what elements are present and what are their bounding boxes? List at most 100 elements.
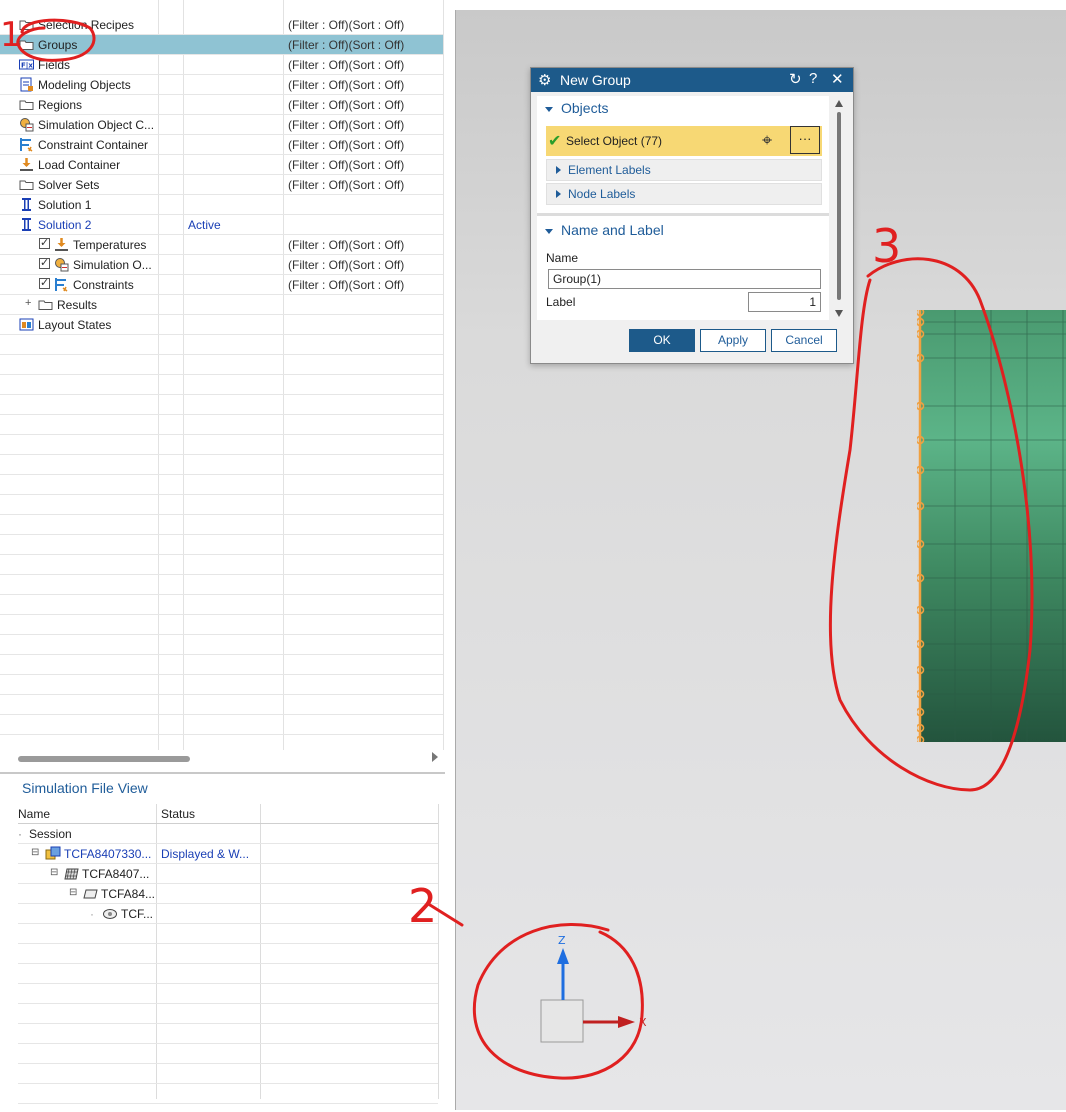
tree-row-load-container[interactable]: Load Container (Filter : Off)(Sort : Off… (0, 155, 443, 175)
node-labels-row[interactable]: Node Labels (546, 183, 822, 205)
tree-row-results[interactable]: + Results (0, 295, 443, 315)
mesh-surface (920, 310, 1066, 742)
fem-file-icon (64, 868, 79, 880)
tree-row-solution-2[interactable]: Solution 2 Active (0, 215, 443, 235)
tree-row-label: Solution 2 (38, 218, 92, 232)
name-input[interactable] (548, 269, 821, 289)
chevron-right-icon (556, 166, 561, 174)
tree-row-regions[interactable]: Regions (Filter : Off)(Sort : Off) (0, 95, 443, 115)
scroll-down-icon[interactable] (835, 310, 843, 317)
panel-title: Simulation File View (22, 780, 148, 796)
filter-text: (Filter : Off)(Sort : Off) (288, 38, 405, 52)
empty-row (18, 1064, 438, 1084)
z-axis-arrow-icon (557, 948, 569, 964)
tree-row-layout-states[interactable]: Layout States (0, 315, 443, 335)
tree-row-solution-1[interactable]: Solution 1 (0, 195, 443, 215)
scrollbar-thumb[interactable] (837, 112, 841, 300)
label-input[interactable] (748, 292, 821, 312)
name-and-label-section-header[interactable]: Name and Label (545, 222, 664, 238)
node-labels-label: Node Labels (568, 187, 636, 201)
file-row-part[interactable]: · TCF... (18, 904, 438, 924)
empty-row (0, 575, 443, 595)
scroll-right-icon[interactable] (432, 752, 438, 762)
gear-icon[interactable]: ⚙ (538, 71, 551, 89)
visibility-checkbox[interactable] (39, 236, 50, 249)
tree-row-label: Simulation O... (73, 258, 152, 272)
simulation-object-icon (20, 118, 34, 132)
empty-row (0, 715, 443, 735)
scroll-up-icon[interactable] (835, 100, 843, 107)
empty-row (0, 535, 443, 555)
folder-icon (19, 40, 34, 50)
empty-row (18, 924, 438, 944)
expand-icon[interactable]: + (25, 297, 31, 309)
empty-row (18, 984, 438, 1004)
x-axis-label: X (639, 1016, 647, 1029)
reset-icon[interactable]: ↻ (789, 70, 802, 88)
column-header-status[interactable]: Status (161, 807, 195, 821)
select-object-row[interactable]: ✔ Select Object (77) ⌖ ··· (546, 126, 822, 156)
visibility-checkbox[interactable] (39, 256, 50, 269)
empty-row (0, 555, 443, 575)
more-options-button[interactable]: ··· (790, 126, 820, 154)
collapse-icon[interactable]: ⊟ (31, 847, 39, 858)
tree-row-constraints[interactable]: Constraints (Filter : Off)(Sort : Off) (0, 275, 443, 295)
empty-row (0, 455, 443, 475)
tree-row-temperatures[interactable]: Temperatures (Filter : Off)(Sort : Off) (0, 235, 443, 255)
ok-button[interactable]: OK (629, 329, 695, 352)
part-icon (103, 909, 117, 919)
fe-mesh[interactable] (917, 310, 1066, 742)
dialog-scrollbar[interactable] (833, 96, 845, 320)
tree-row-label: Modeling Objects (38, 78, 131, 92)
tree-row-label: Solution 1 (38, 198, 92, 212)
tree-row-constraint-container[interactable]: Constraint Container (Filter : Off)(Sort… (0, 135, 443, 155)
collapse-icon[interactable]: ⊟ (50, 867, 58, 878)
visibility-checkbox[interactable] (39, 276, 50, 289)
close-icon[interactable]: ✕ (831, 70, 844, 88)
chevron-right-icon (556, 190, 561, 198)
cancel-button[interactable]: Cancel (771, 329, 837, 352)
tree-row-fields[interactable]: F|x| Fields (Filter : Off)(Sort : Off) (0, 55, 443, 75)
tree-row-label: Fields (38, 58, 71, 72)
collapse-icon[interactable]: ⊟ (69, 887, 77, 898)
tree-row-label: Layout States (38, 318, 112, 332)
help-icon[interactable]: ? (809, 70, 817, 87)
tree-row-simulation-objects[interactable]: Simulation O... (Filter : Off)(Sort : Of… (0, 255, 443, 275)
triad-origin-box (540, 999, 584, 1043)
section-title: Objects (561, 100, 609, 116)
column-header-row: Name Status (18, 804, 438, 824)
chevron-down-icon (545, 106, 553, 112)
x-axis-arrow-icon (618, 1016, 635, 1028)
filter-text: (Filter : Off)(Sort : Off) (288, 138, 405, 152)
tree-row-simulation-object-container[interactable]: Simulation Object C... (Filter : Off)(So… (0, 115, 443, 135)
file-row-sim[interactable]: ⊟ TCFA8407330... Displayed & W... (18, 844, 438, 864)
filter-text: (Filter : Off)(Sort : Off) (288, 18, 405, 32)
empty-row (0, 635, 443, 655)
simulation-navigator: Selection Recipes (Filter : Off)(Sort : … (0, 0, 445, 770)
simulation-file-view: Simulation File View Name Status · Sessi… (0, 772, 445, 1112)
tree-row-modeling-objects[interactable]: Modeling Objects (Filter : Off)(Sort : O… (0, 75, 443, 95)
simulation-object-icon (55, 258, 69, 272)
filter-text: (Filter : Off)(Sort : Off) (288, 58, 405, 72)
tree-row-label: Temperatures (73, 238, 147, 252)
empty-row (0, 475, 443, 495)
file-row-label: TCF... (121, 907, 153, 921)
column-header-name[interactable]: Name (18, 807, 50, 821)
element-labels-row[interactable]: Element Labels (546, 159, 822, 181)
crosshair-icon[interactable]: ⌖ (762, 130, 772, 151)
apply-button[interactable]: Apply (700, 329, 766, 352)
horizontal-scrollbar[interactable] (18, 756, 190, 762)
element-labels-label: Element Labels (568, 163, 651, 177)
file-row-label: TCFA8407... (82, 867, 150, 881)
tree-row-groups[interactable]: Groups (Filter : Off)(Sort : Off) (0, 35, 443, 55)
name-field-label: Name (546, 251, 579, 265)
file-row-idealized[interactable]: ⊟ TCFA84... (18, 884, 438, 904)
file-row-session[interactable]: · Session (18, 824, 438, 844)
file-row-fem[interactable]: ⊟ TCFA8407... (18, 864, 438, 884)
dialog-title-bar[interactable]: ⚙ New Group ↻ ? ✕ (531, 68, 853, 92)
tree-row-selection-recipes[interactable]: Selection Recipes (Filter : Off)(Sort : … (0, 15, 443, 35)
tree-row-solver-sets[interactable]: Solver Sets (Filter : Off)(Sort : Off) (0, 175, 443, 195)
objects-section-header[interactable]: Objects (545, 100, 608, 116)
view-triad[interactable]: Z X (530, 930, 660, 1060)
empty-row (18, 1044, 438, 1064)
